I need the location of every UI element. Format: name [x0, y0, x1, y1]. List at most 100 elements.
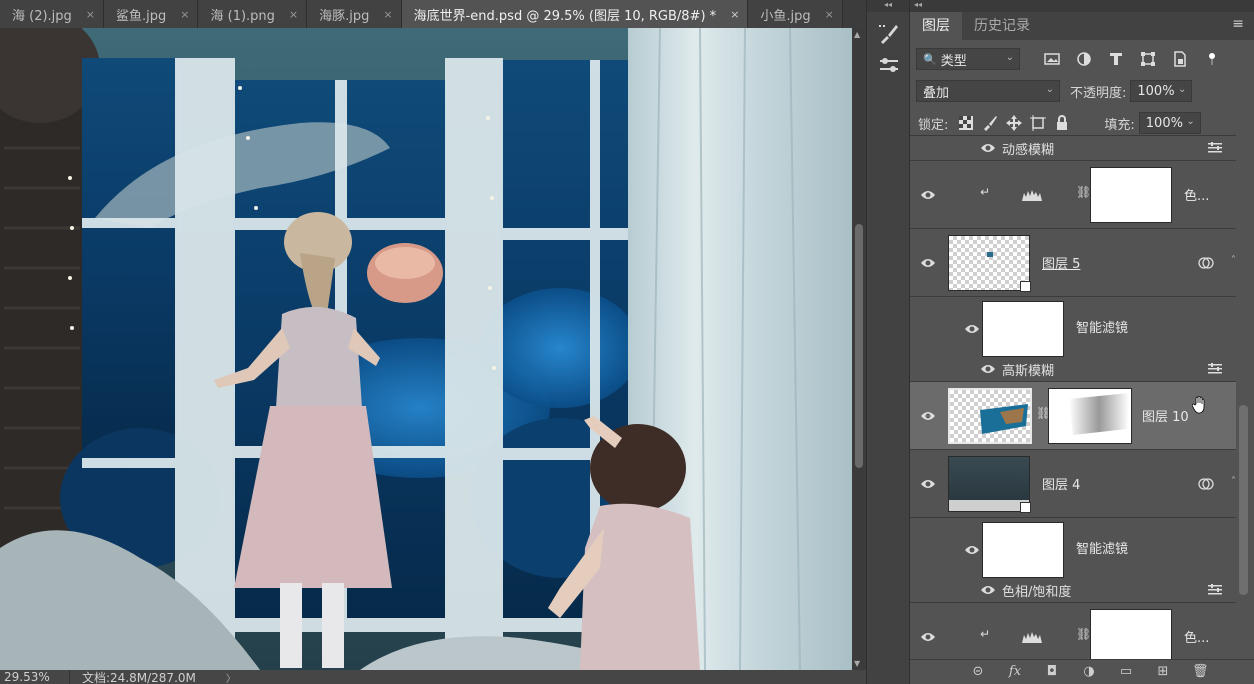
scrollbar-thumb[interactable] [1239, 405, 1248, 595]
mask-link-icon[interactable]: ⛓ [1076, 627, 1091, 641]
layer-thumbnail[interactable] [948, 456, 1031, 513]
smart-filter-toggle-icon[interactable] [1198, 478, 1214, 490]
filter-options-icon[interactable] [1208, 584, 1222, 596]
eye-icon[interactable] [980, 584, 996, 596]
layers-list[interactable]: 动感模糊 ↵ ⛓ 色... 图层 5 ˄ 智能滤镜 高斯模糊 ⛓ 图层 10 图… [910, 135, 1236, 659]
shape-filter-icon[interactable] [1140, 51, 1156, 67]
layer-mask-thumbnail[interactable] [1048, 388, 1132, 444]
add-mask-icon[interactable]: ◘ [1044, 664, 1060, 680]
canvas-vertical-scrollbar[interactable]: ▲ ▼ [852, 28, 866, 670]
collapse-panel-icon[interactable]: ◂◂ [910, 0, 1254, 12]
lock-transparent-icon[interactable] [958, 115, 974, 131]
scroll-down-icon[interactable]: ▼ [854, 659, 860, 668]
smart-filter-toggle-icon[interactable] [1198, 257, 1214, 269]
layer-adjustment-bottom[interactable]: ↵ ⛓ 色... [910, 603, 1236, 659]
new-group-icon[interactable]: ▭ [1118, 664, 1134, 680]
doc-tab-label: 鲨鱼.jpg [116, 8, 167, 24]
layer-adjustment-top[interactable]: ↵ ⛓ 色... [910, 161, 1236, 229]
eye-icon[interactable] [964, 323, 980, 335]
mask-link-icon[interactable]: ⛓ [1076, 185, 1091, 199]
close-icon[interactable]: × [825, 8, 834, 21]
layer-name[interactable]: 图层 4 [1042, 474, 1080, 493]
lock-artboard-icon[interactable] [1030, 115, 1047, 131]
eye-icon[interactable] [920, 631, 936, 643]
filter-kind-value: 类型 [940, 53, 967, 69]
fx-icon[interactable]: fx [1007, 664, 1023, 680]
doc-tab-dolphin[interactable]: 海豚.jpg × [307, 0, 402, 28]
layer-mask-thumbnail[interactable] [1090, 167, 1172, 223]
image-filter-icon[interactable] [1044, 51, 1060, 67]
layer-smart-filters-1[interactable]: 智能滤镜 [910, 297, 1236, 357]
layer-10[interactable]: ⛓ 图层 10 [910, 382, 1236, 450]
document-tab-bar: 海 (2).jpg × 鲨鱼.jpg × 海 (1).png × 海豚.jpg × 海底… [0, 0, 866, 28]
layer-mask-thumbnail[interactable] [1090, 609, 1172, 659]
layer-name[interactable]: 色... [1184, 627, 1209, 646]
type-filter-icon[interactable] [1108, 51, 1124, 67]
lock-position-icon[interactable] [1006, 115, 1023, 131]
collapse-dock-icon[interactable]: ◂◂ [867, 0, 909, 12]
zoom-level[interactable]: 29.53% [0, 670, 70, 684]
smart-filter-mask-thumbnail[interactable] [982, 301, 1064, 357]
close-icon[interactable]: × [730, 8, 739, 21]
document-canvas[interactable] [0, 28, 852, 670]
delete-layer-icon[interactable]: 🗑 [1192, 664, 1209, 680]
layer-name[interactable]: 图层 10 [1142, 406, 1189, 425]
brush-settings-icon[interactable] [877, 22, 901, 46]
properties-icon[interactable] [877, 54, 901, 78]
eye-icon[interactable] [920, 257, 936, 269]
panel-menu-icon[interactable]: ≡ [1232, 16, 1244, 32]
layer-thumbnail[interactable] [948, 388, 1032, 444]
doc-tab-small-fish[interactable]: 小鱼.jpg × [748, 0, 843, 28]
scroll-up-icon[interactable]: ▲ [854, 30, 860, 39]
layer-name[interactable]: 图层 5 [1042, 253, 1080, 272]
filter-toggle-icon[interactable] [1204, 51, 1220, 67]
filter-options-icon[interactable] [1208, 142, 1222, 154]
eye-icon[interactable] [920, 189, 936, 201]
levels-icon [1022, 190, 1042, 201]
layers-scrollbar[interactable] [1236, 135, 1250, 659]
layer-name[interactable]: 色... [1184, 185, 1209, 204]
layer-thumbnail[interactable] [948, 235, 1031, 292]
doc-tab-sea2[interactable]: 海 (2).jpg × [0, 0, 105, 28]
close-icon[interactable]: × [289, 8, 298, 21]
layer-filter-gaussian-blur[interactable]: 高斯模糊 [910, 357, 1236, 382]
smart-object-icon [1020, 281, 1031, 292]
opacity-label: 不透明度: [1070, 85, 1127, 101]
filter-kind-dropdown[interactable]: 🔍 类型 ⌄ [916, 48, 1020, 70]
blend-mode-dropdown[interactable]: 叠加 ⌄ [916, 80, 1060, 102]
doc-tab-main-psd[interactable]: 海底世界-end.psd @ 29.5% (图层 10, RGB/8#) * × [401, 0, 749, 28]
eye-icon[interactable] [980, 142, 996, 154]
lock-paint-icon[interactable] [982, 115, 998, 131]
status-menu-arrow-icon[interactable]: 〉 [226, 670, 236, 684]
layer-5[interactable]: 图层 5 ˄ [910, 229, 1236, 297]
tab-layers[interactable]: 图层 [910, 12, 962, 40]
layer-filter-hue-saturation[interactable]: 色相/饱和度 [910, 578, 1236, 603]
adjustment-filter-icon[interactable] [1076, 51, 1092, 67]
fill-field[interactable]: 100% ⌄ [1138, 112, 1201, 134]
eye-icon[interactable] [920, 410, 936, 422]
new-layer-icon[interactable]: ⊞ [1155, 664, 1171, 680]
close-icon[interactable]: × [383, 8, 392, 21]
opacity-field[interactable]: 100% ⌄ [1130, 80, 1193, 102]
filter-options-icon[interactable] [1208, 363, 1222, 375]
doc-tab-sea1[interactable]: 海 (1).png × [198, 0, 308, 28]
layer-smart-filters-2[interactable]: 智能滤镜 [910, 518, 1236, 578]
close-icon[interactable]: × [86, 8, 95, 21]
link-layers-icon[interactable]: ⊝ [970, 664, 986, 680]
layer-4[interactable]: 图层 4 ˄ [910, 450, 1236, 518]
panel-dock-strip: ◂◂ [866, 0, 910, 684]
tab-history[interactable]: 历史记录 [962, 12, 1042, 40]
new-adjustment-icon[interactable]: ◑ [1081, 664, 1097, 680]
close-icon[interactable]: × [180, 8, 189, 21]
doc-tab-shark[interactable]: 鲨鱼.jpg × [104, 0, 199, 28]
composite-artwork [0, 28, 852, 670]
fill-label: 填充: [1104, 117, 1135, 133]
eye-icon[interactable] [964, 544, 980, 556]
eye-icon[interactable] [980, 363, 996, 375]
layer-filter-motion-blur[interactable]: 动感模糊 [910, 136, 1236, 161]
smart-object-filter-icon[interactable] [1172, 51, 1188, 67]
scrollbar-thumb[interactable] [855, 224, 863, 468]
eye-icon[interactable] [920, 478, 936, 490]
lock-all-icon[interactable] [1054, 115, 1070, 131]
smart-filter-mask-thumbnail[interactable] [982, 522, 1064, 578]
